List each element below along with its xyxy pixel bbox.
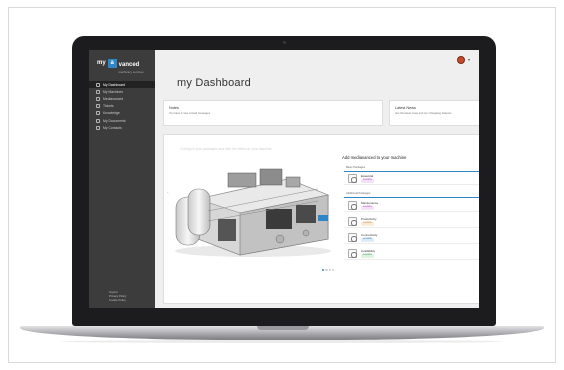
sidebar-item-label: My Contacts xyxy=(103,125,122,130)
sidebar-item-knowledge[interactable]: Knowledge xyxy=(89,110,155,117)
package-icon xyxy=(348,201,357,210)
logo-my: my xyxy=(97,60,106,66)
ticket-icon xyxy=(96,104,100,109)
latest-news-card[interactable]: Latest News Get the latest news and our … xyxy=(389,100,479,126)
carousel-dots xyxy=(322,269,335,272)
package-icon xyxy=(348,217,357,226)
sidebar-item-mediavanced[interactable]: Mediavanced xyxy=(89,95,155,102)
laptop-screen: my a vanced machinery services My Dashbo… xyxy=(89,50,479,308)
logo-mark: a xyxy=(107,58,117,68)
notes-card[interactable]: Notes You have 3 new unread messages xyxy=(163,100,383,126)
status-badge: available xyxy=(361,238,375,242)
package-name: Essential xyxy=(361,174,374,178)
package-row-connectivity[interactable]: Connectivity available ▾ xyxy=(344,231,479,244)
basic-packages-divider xyxy=(344,170,479,172)
sidebar: my a vanced machinery services My Dashbo… xyxy=(89,50,155,308)
news-subtitle: Get the latest news and our changelog fe… xyxy=(395,112,452,115)
sidebar-nav: My Dashboard My Machines Mediavanced Tic… xyxy=(89,81,155,131)
machine-configurator-card: Configure your packages and see the effe… xyxy=(163,134,479,304)
sidebar-item-tickets[interactable]: Tickets xyxy=(89,103,155,110)
knowledge-icon xyxy=(96,111,100,116)
sidebar-item-label: Mediavanced xyxy=(103,96,124,101)
sidebar-item-label: Knowledge xyxy=(103,111,120,116)
cookie-policy-link[interactable]: Cookie Policy xyxy=(109,298,126,302)
top-bar: ▾ xyxy=(155,50,479,72)
sidebar-item-my-documents[interactable]: My Documents xyxy=(89,117,155,124)
logo-tagline: machinery services xyxy=(118,70,144,74)
package-name: Connectivity xyxy=(361,233,378,237)
carousel-dot[interactable] xyxy=(328,269,331,272)
sidebar-item-label: Tickets xyxy=(103,104,114,109)
carousel-dot[interactable] xyxy=(322,269,325,272)
logo-wordmark: vanced machinery services xyxy=(119,53,144,74)
page-title: my Dashboard xyxy=(177,77,251,89)
status-badge: available xyxy=(361,206,375,210)
carousel-dot[interactable] xyxy=(332,269,335,272)
logo-name: vanced xyxy=(118,61,140,68)
app-logo[interactable]: my a vanced machinery services xyxy=(97,57,144,74)
package-row-availability[interactable]: Availability available ▾ xyxy=(344,247,479,260)
contacts-icon xyxy=(96,125,100,130)
document-icon xyxy=(96,118,100,123)
basic-packages-label: Basic Packages xyxy=(346,166,366,169)
machine-icon xyxy=(96,89,100,94)
package-icon xyxy=(348,249,357,258)
status-badge: available xyxy=(361,254,375,258)
sidebar-item-label: My Machines xyxy=(103,89,123,94)
machine-illustration xyxy=(175,168,331,257)
laptop-shadow xyxy=(60,340,504,343)
sidebar-item-my-dashboard[interactable]: My Dashboard xyxy=(89,81,155,89)
package-icon xyxy=(348,174,357,183)
package-row-productivity[interactable]: Productivity available ▾ xyxy=(344,215,479,228)
packages-title: Add mediavanced to your machine xyxy=(342,155,407,160)
media-icon xyxy=(96,96,100,101)
laptop-lid: my a vanced machinery services My Dashbo… xyxy=(72,36,496,326)
package-name: Productivity xyxy=(361,217,377,221)
additional-packages-divider xyxy=(344,196,479,198)
additional-packages-label: Additional Packages xyxy=(346,192,371,195)
dashboard-icon xyxy=(96,82,100,87)
package-name: Availability xyxy=(361,249,376,253)
package-row-essential[interactable]: Essential available ▾ xyxy=(344,172,479,185)
news-title: Latest News xyxy=(395,106,416,110)
sidebar-item-label: My Dashboard xyxy=(103,82,126,87)
sidebar-item-label: My Documents xyxy=(103,118,126,123)
sidebar-item-my-contacts[interactable]: My Contacts xyxy=(89,124,155,131)
status-badge: available xyxy=(361,222,375,226)
status-badge: available xyxy=(361,179,375,183)
package-icon xyxy=(348,233,357,242)
machine-caption: Configure your packages and see the effe… xyxy=(180,147,272,151)
chevron-down-icon[interactable]: ▾ xyxy=(468,57,470,62)
laptop-notch xyxy=(257,326,309,330)
user-avatar[interactable] xyxy=(457,56,465,64)
camera-dot xyxy=(283,41,286,44)
carousel-dot[interactable] xyxy=(325,269,328,272)
sidebar-footer-links: Imprint Privacy Policy Cookie Policy xyxy=(109,290,126,302)
sidebar-item-my-machines[interactable]: My Machines xyxy=(89,88,155,95)
package-name: Maintenance xyxy=(361,201,379,205)
notes-subtitle: You have 3 new unread messages xyxy=(169,112,211,115)
notes-title: Notes xyxy=(169,106,179,110)
package-row-maintenance[interactable]: Maintenance available ▾ xyxy=(344,199,479,212)
